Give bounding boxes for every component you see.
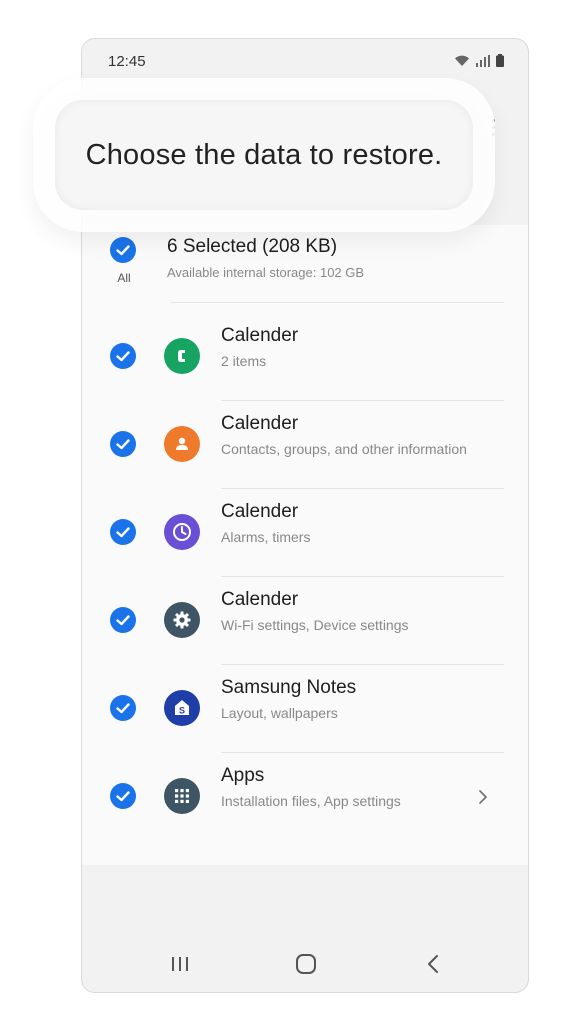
divider (170, 302, 504, 303)
list-item-calender[interactable]: Calender 2 items (82, 313, 528, 401)
samsung-notes-icon: S (164, 690, 200, 726)
svg-text:S: S (179, 706, 185, 716)
item-subtitle: 2 items (221, 353, 267, 369)
navigation-bar (82, 936, 528, 992)
storage-info: Available internal storage: 102 GB (167, 265, 365, 280)
list-item-calender[interactable]: Calender Alarms, timers (82, 489, 528, 577)
item-checkbox[interactable] (110, 695, 136, 721)
checkmark-icon (116, 244, 130, 255)
select-all-row[interactable]: All 6 Selected (208 KB) Available intern… (82, 225, 528, 313)
item-title: Calender (221, 413, 299, 434)
contacts-icon (164, 426, 200, 462)
home-button[interactable] (292, 950, 320, 978)
checkmark-icon (116, 438, 130, 449)
instruction-callout: Choose the data to restore. (55, 100, 473, 210)
home-icon (296, 954, 316, 974)
item-checkbox[interactable] (110, 431, 136, 457)
gear-icon (164, 602, 200, 638)
recent-apps-button[interactable] (166, 950, 194, 978)
item-checkbox[interactable] (110, 607, 136, 633)
item-subtitle: Alarms, timers (221, 529, 311, 545)
apps-grid-icon (164, 778, 200, 814)
select-all-checkbox[interactable] (110, 237, 136, 263)
list-item-apps[interactable]: Apps Installation files, App settings (82, 753, 528, 841)
recent-apps-icon (172, 957, 188, 971)
checkmark-icon (116, 526, 130, 537)
clock-icon (164, 514, 200, 550)
item-subtitle: Contacts, groups, and other information (221, 441, 467, 457)
select-all-label: All (117, 271, 131, 285)
item-checkbox[interactable] (110, 519, 136, 545)
battery-icon (496, 54, 504, 67)
instruction-text: Choose the data to restore. (85, 138, 443, 171)
checkmark-icon (116, 702, 130, 713)
phone-icon (164, 338, 200, 374)
more-options-icon[interactable] (490, 119, 496, 143)
checkmark-icon (116, 614, 130, 625)
item-title: Apps (221, 765, 265, 786)
item-subtitle: Wi-Fi settings, Device settings (221, 617, 409, 633)
back-icon (428, 955, 438, 973)
wifi-icon (455, 55, 469, 66)
item-subtitle: Installation files, App settings (221, 793, 401, 809)
item-checkbox[interactable] (110, 343, 136, 369)
selected-summary: 6 Selected (208 KB) (167, 236, 338, 257)
item-checkbox[interactable] (110, 783, 136, 809)
back-button[interactable] (419, 950, 447, 978)
checkmark-icon (116, 350, 130, 361)
status-bar: 12:45 (82, 39, 528, 83)
item-title: Calender (221, 501, 299, 522)
list-item-calender[interactable]: Calender Contacts, groups, and other inf… (82, 401, 528, 489)
item-title: Calender (221, 589, 299, 610)
chevron-right-icon[interactable] (478, 789, 488, 805)
checkmark-icon (116, 790, 130, 801)
item-subtitle: Layout, wallpapers (221, 705, 338, 721)
signal-icon (476, 55, 490, 67)
list-item-samsung-notes[interactable]: S Samsung Notes Layout, wallpapers (82, 665, 528, 753)
item-title: Samsung Notes (221, 677, 357, 698)
restore-list: All 6 Selected (208 KB) Available intern… (82, 225, 528, 865)
status-time: 12:45 (108, 53, 146, 70)
item-title: Calender (221, 325, 299, 346)
status-icons (454, 54, 504, 67)
list-item-calender[interactable]: Calender Wi-Fi settings, Device settings (82, 577, 528, 665)
